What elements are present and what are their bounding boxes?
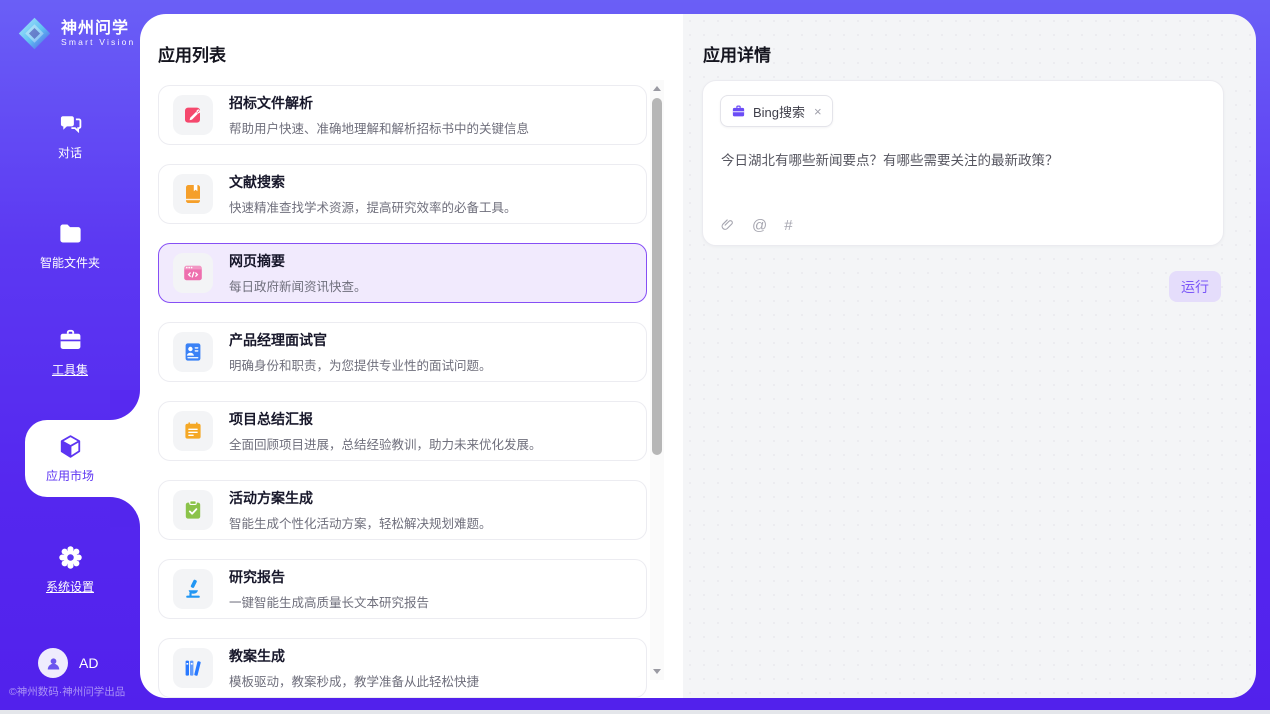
scroll-down-icon[interactable]	[653, 669, 661, 674]
app-item-desc: 快速精准查找学术资源，提高研究效率的必备工具。	[229, 197, 517, 216]
app-item-desc: 每日政府新闻资讯快查。	[229, 276, 367, 295]
prompt-card[interactable]: Bing搜索 × 今日湖北有哪些新闻要点？有哪些需要关注的最新政策？ @ #	[702, 80, 1224, 246]
app-item-title: 文献搜索	[229, 172, 517, 192]
app-list-item[interactable]: 网页摘要每日政府新闻资讯快查。	[158, 243, 647, 303]
app-item-desc: 智能生成个性化活动方案，轻松解决规划难题。	[229, 513, 492, 532]
run-button[interactable]: 运行	[1169, 271, 1221, 302]
app-list-item[interactable]: 项目总结汇报全面回顾项目进展，总结经验教训，助力未来优化发展。	[158, 401, 647, 461]
sidebar-nav: 对话智能文件夹工具集应用市场系统设置	[0, 0, 140, 710]
main-content: 应用列表 招标文件解析帮助用户快速、准确地理解和解析招标书中的关键信息文献搜索快…	[140, 14, 1256, 698]
user-account[interactable]: AD	[38, 648, 98, 678]
briefcase-icon	[57, 327, 84, 354]
folder-icon	[57, 220, 84, 247]
note-icon	[173, 411, 213, 451]
app-item-desc: 全面回顾项目进展，总结经验教训，助力未来优化发展。	[229, 434, 542, 453]
chip-close-icon[interactable]: ×	[814, 105, 822, 118]
app-frame: 神州问学 Smart Vision 对话智能文件夹工具集应用市场系统设置 AD …	[0, 0, 1270, 710]
app-item-title: 研究报告	[229, 567, 429, 587]
paperclip-icon[interactable]	[720, 217, 735, 233]
app-list-panel: 应用列表 招标文件解析帮助用户快速、准确地理解和解析招标书中的关键信息文献搜索快…	[140, 14, 683, 698]
sidebar-item-settings[interactable]: 系统设置	[0, 544, 140, 595]
app-item-desc: 明确身份和职责，为您提供专业性的面试问题。	[229, 355, 492, 374]
app-detail-title: 应用详情	[703, 41, 771, 66]
user-avatar-icon	[38, 648, 68, 678]
sidebar-item-label: 对话	[0, 144, 140, 161]
app-list-item[interactable]: 招标文件解析帮助用户快速、准确地理解和解析招标书中的关键信息	[158, 85, 647, 145]
book-icon	[173, 174, 213, 214]
app-detail-panel: 应用详情 Bing搜索 × 今日湖北有哪些新闻要点？有哪些需要关注的最新政策？	[683, 14, 1256, 698]
app-list: 招标文件解析帮助用户快速、准确地理解和解析招标书中的关键信息文献搜索快速精准查找…	[158, 85, 647, 698]
app-item-desc: 一键智能生成高质量长文本研究报告	[229, 592, 429, 611]
app-item-title: 教案生成	[229, 646, 479, 666]
sidebar-item-toolset[interactable]: 工具集	[0, 327, 140, 378]
query-text[interactable]: 今日湖北有哪些新闻要点？有哪些需要关注的最新政策？	[721, 151, 1205, 171]
sidebar-item-label: 工具集	[0, 361, 140, 378]
clipboard-icon	[173, 490, 213, 530]
app-item-title: 产品经理面试官	[229, 330, 492, 350]
tool-chip-label: Bing搜索	[753, 102, 805, 121]
scrollbar-thumb[interactable]	[652, 98, 662, 455]
app-item-title: 活动方案生成	[229, 488, 492, 508]
books-icon	[173, 648, 213, 688]
scrollbar-track[interactable]	[650, 80, 664, 680]
scroll-up-icon[interactable]	[653, 86, 661, 91]
app-list-title: 应用列表	[158, 41, 226, 66]
attachment-toolbar: @ #	[720, 217, 793, 233]
edit-icon	[173, 95, 213, 135]
app-list-item[interactable]: 活动方案生成智能生成个性化活动方案，轻松解决规划难题。	[158, 480, 647, 540]
hashtag-icon[interactable]: #	[784, 218, 792, 233]
sidebar-item-chat[interactable]: 对话	[0, 110, 140, 161]
sidebar-item-app-market[interactable]: 应用市场	[0, 433, 140, 484]
app-item-title: 招标文件解析	[229, 93, 529, 113]
interview-icon	[173, 332, 213, 372]
browser-icon	[173, 253, 213, 293]
app-item-title: 项目总结汇报	[229, 409, 542, 429]
app-list-item[interactable]: 研究报告一键智能生成高质量长文本研究报告	[158, 559, 647, 619]
sidebar-item-smart-folders[interactable]: 智能文件夹	[0, 220, 140, 271]
app-list-item[interactable]: 教案生成模板驱动，教案秒成，教学准备从此轻松快捷	[158, 638, 647, 698]
app-item-title: 网页摘要	[229, 251, 367, 271]
chat-icon	[57, 110, 84, 137]
sidebar-item-label: 应用市场	[0, 467, 140, 484]
gear-icon	[57, 544, 84, 571]
app-item-desc: 模板驱动，教案秒成，教学准备从此轻松快捷	[229, 671, 479, 690]
cube-icon	[57, 433, 84, 460]
microscope-icon	[173, 569, 213, 609]
briefcase-icon	[731, 104, 746, 119]
sidebar-item-label: 系统设置	[0, 578, 140, 595]
sidebar-item-label: 智能文件夹	[0, 254, 140, 271]
tool-chip[interactable]: Bing搜索 ×	[720, 95, 833, 127]
mention-icon[interactable]: @	[752, 218, 767, 233]
app-list-item[interactable]: 产品经理面试官明确身份和职责，为您提供专业性的面试问题。	[158, 322, 647, 382]
app-list-item[interactable]: 文献搜索快速精准查找学术资源，提高研究效率的必备工具。	[158, 164, 647, 224]
user-name: AD	[79, 655, 98, 671]
app-item-desc: 帮助用户快速、准确地理解和解析招标书中的关键信息	[229, 118, 529, 137]
copyright-text: ©神州数码·神州问学出品	[9, 684, 125, 699]
